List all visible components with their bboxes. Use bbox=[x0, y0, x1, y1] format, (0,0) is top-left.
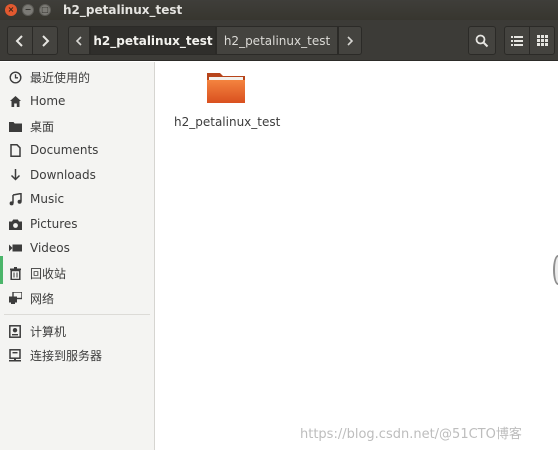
close-button[interactable]: × bbox=[5, 4, 17, 16]
path-bar-left-button[interactable] bbox=[68, 26, 90, 55]
music-icon bbox=[8, 192, 22, 206]
path-bar-right-button[interactable] bbox=[338, 26, 362, 55]
grid-view-button[interactable] bbox=[529, 26, 555, 55]
sidebar-item-label: Videos bbox=[30, 241, 70, 255]
chevron-right-icon bbox=[347, 35, 354, 46]
title-bar: × − □ h2_petalinux_test bbox=[0, 0, 558, 20]
sidebar-item-label: Home bbox=[30, 94, 66, 108]
close-icon: × bbox=[7, 5, 15, 14]
sidebar-item-label: 网络 bbox=[30, 291, 55, 306]
maximize-button[interactable]: □ bbox=[39, 4, 51, 16]
clock-icon bbox=[8, 70, 22, 84]
breadcrumb-current[interactable]: h2_petalinux_test bbox=[90, 26, 216, 55]
sidebar-item-downloads[interactable]: Downloads bbox=[0, 163, 154, 187]
toolbar: h2_petalinux_test h2_petalinux_test bbox=[0, 20, 558, 61]
sidebar-item-label: 计算机 bbox=[30, 324, 67, 339]
sidebar-item-documents[interactable]: Documents bbox=[0, 138, 154, 162]
camera-icon bbox=[8, 217, 22, 231]
video-icon bbox=[8, 241, 22, 255]
folder-icon bbox=[207, 73, 245, 103]
file-view: h2_petalinux_test bbox=[156, 62, 558, 450]
forward-button[interactable] bbox=[32, 26, 58, 55]
trash-icon bbox=[8, 266, 22, 280]
sidebar-item-label: 桌面 bbox=[30, 119, 55, 134]
sidebar-item-label: 回收站 bbox=[30, 266, 67, 281]
minimize-button[interactable]: − bbox=[22, 4, 34, 16]
maximize-icon: □ bbox=[41, 5, 49, 14]
chevron-left-icon bbox=[15, 34, 23, 47]
list-view-icon bbox=[511, 35, 523, 46]
list-view-button[interactable] bbox=[504, 26, 530, 55]
sidebar-item-trash[interactable]: 回收站 bbox=[0, 261, 154, 285]
chevron-right-icon bbox=[42, 34, 50, 47]
computer-icon bbox=[8, 324, 22, 338]
breadcrumb-child[interactable]: h2_petalinux_test bbox=[216, 26, 338, 55]
search-button[interactable] bbox=[468, 26, 496, 55]
sidebar-item-music[interactable]: Music bbox=[0, 187, 154, 211]
right-edge-handle bbox=[553, 255, 558, 285]
sidebar-item-label: Music bbox=[30, 192, 65, 206]
grid-view-icon bbox=[536, 35, 548, 46]
folder-icon bbox=[8, 119, 22, 133]
document-icon bbox=[8, 143, 22, 157]
sidebar-item-label: Documents bbox=[30, 143, 99, 157]
sidebar-item-label: Pictures bbox=[30, 217, 78, 231]
sidebar-item-label: 最近使用的 bbox=[30, 70, 91, 85]
sidebar-item-home[interactable]: Home bbox=[0, 89, 154, 113]
sidebar-item-desktop[interactable]: 桌面 bbox=[0, 114, 154, 138]
sidebar-item-computer[interactable]: 计算机 bbox=[0, 319, 154, 343]
folder-item[interactable]: h2_petalinux_test bbox=[174, 70, 280, 134]
sidebar-item-label: 连接到服务器 bbox=[30, 348, 103, 363]
sidebar-item-pictures[interactable]: Pictures bbox=[0, 212, 154, 236]
sidebar-item-network[interactable]: 网络 bbox=[0, 286, 154, 310]
download-icon bbox=[8, 168, 22, 182]
sidebar: 最近使用的 Home 桌面 Documents Downloads Music … bbox=[0, 62, 155, 450]
home-icon bbox=[8, 94, 22, 108]
sidebar-item-connect-server[interactable]: 连接到服务器 bbox=[0, 343, 154, 367]
server-icon bbox=[8, 348, 22, 362]
network-icon bbox=[8, 291, 22, 305]
back-button[interactable] bbox=[7, 26, 33, 55]
folder-name: h2_petalinux_test bbox=[174, 115, 281, 129]
chevron-left-icon bbox=[75, 35, 82, 46]
minimize-icon: − bbox=[24, 5, 32, 14]
window-title: h2_petalinux_test bbox=[63, 3, 183, 17]
sidebar-item-label: Downloads bbox=[30, 168, 96, 182]
sidebar-separator bbox=[4, 314, 150, 315]
sidebar-item-videos[interactable]: Videos bbox=[0, 236, 154, 260]
left-edge-indicator bbox=[0, 256, 3, 284]
sidebar-item-recent[interactable]: 最近使用的 bbox=[0, 65, 154, 89]
search-icon bbox=[475, 34, 489, 47]
watermark: https://blog.csdn.net/@51CTO博客 bbox=[300, 427, 522, 442]
